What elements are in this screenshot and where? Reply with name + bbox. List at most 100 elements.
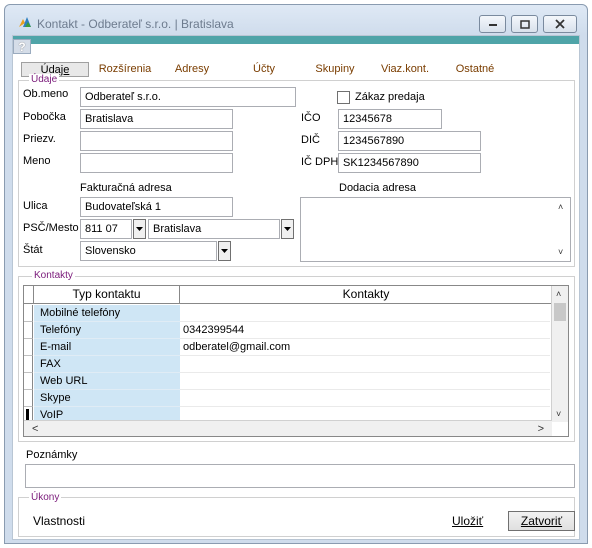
grid-vertical-scrollbar[interactable]: ˄ ˅ [551,286,568,422]
row-header[interactable] [24,322,33,339]
contact-value-cell[interactable] [180,373,550,390]
udaje-group-label: Údaje [29,74,60,85]
close-icon [555,19,565,29]
ic-dph-input[interactable]: SK1234567890 [338,153,481,173]
ukony-group [18,497,575,537]
scroll-right-icon[interactable]: > [538,423,544,435]
mesto-input[interactable]: Bratislava [148,219,280,239]
contact-value-cell[interactable] [180,305,550,322]
contact-type-cell: FAX [34,356,180,373]
table-row[interactable]: Mobilné telefóny [24,305,552,322]
contact-value-cell[interactable] [180,356,550,373]
ulica-label: Ulica [23,200,48,212]
scroll-down-icon[interactable]: ˅ [556,409,561,419]
maximize-button[interactable] [511,15,538,33]
tab-ostatne[interactable]: Ostatné [447,62,503,77]
help-icon: ? [18,40,26,54]
meno-label: Meno [23,155,51,167]
scroll-thumb[interactable] [554,303,566,321]
chevron-down-icon [136,227,143,231]
dialog-window: Kontakt - Odberateľ s.r.o. | Bratislava … [4,4,588,544]
pobocka-input[interactable]: Bratislava [80,109,233,129]
row-header[interactable] [24,356,33,373]
ulica-input[interactable]: Budovateľská 1 [80,197,233,217]
poznamky-input[interactable] [25,464,575,488]
ico-label: IČO [301,112,321,124]
chevron-down-icon [284,227,291,231]
title-bar: Kontakt - Odberateľ s.r.o. | Bratislava [5,5,587,35]
table-row[interactable]: FAX [24,356,552,373]
ic-dph-label: IČ DPH [301,156,339,168]
meno-input[interactable] [80,153,233,173]
stat-input[interactable]: Slovensko [80,241,217,261]
window-title: Kontakt - Odberateľ s.r.o. | Bratislava [37,17,234,31]
app-logo-icon [19,17,31,27]
scroll-up-icon[interactable]: ˄ [556,289,561,299]
scroll-up-icon[interactable]: ˄ [558,202,563,212]
contact-value-cell[interactable] [180,390,550,407]
tab-ucty[interactable]: Účty [243,62,285,77]
stat-label: Štát [23,244,43,256]
dodacia-adresa-textarea[interactable]: ˄ ˅ [300,197,571,262]
contacts-grid: Typ kontaktu Kontakty Mobilné telefóny Te… [23,285,569,437]
mesto-dropdown-button[interactable] [281,219,294,239]
col-typ-kontaktu[interactable]: Typ kontaktu [34,286,180,304]
row-header[interactable] [24,390,33,407]
dodacia-adresa-label: Dodacia adresa [339,182,417,194]
contact-value-cell[interactable]: 0342399544 [180,322,550,339]
tab-viaz-kont[interactable]: Viaz.kont. [373,62,437,77]
vlastnosti-link[interactable]: Vlastnosti [33,514,85,528]
ob-meno-input[interactable]: Odberateľ s.r.o. [80,87,296,107]
psc-mesto-label: PSČ/Mesto [23,222,79,234]
contact-type-cell: Web URL [34,373,180,390]
dialog-client: ? Údaje Rozšírenia Adresy Účty Skupiny V… [12,35,580,540]
row-header[interactable] [24,373,33,390]
close-button[interactable] [543,15,577,33]
col-kontakty[interactable]: Kontakty [180,286,552,304]
priezv-input[interactable] [80,131,233,151]
scroll-down-icon[interactable]: ˅ [558,247,563,257]
contact-type-cell: Skype [34,390,180,407]
fakturacna-adresa-label: Fakturačná adresa [80,182,172,194]
help-button[interactable]: ? [13,39,31,54]
psc-input[interactable]: 811 07 [80,219,132,239]
grid-header: Typ kontaktu Kontakty [24,286,552,304]
priezv-label: Priezv. [23,133,56,145]
table-row[interactable]: Telefóny 0342399544 [24,322,552,339]
pobocka-label: Pobočka [23,111,66,123]
minimize-button[interactable] [479,15,506,33]
table-row[interactable]: Web URL [24,373,552,390]
table-row[interactable]: Skype [24,390,552,407]
ukony-group-label: Úkony [29,492,62,503]
tab-strip: Údaje Rozšírenia Adresy Účty Skupiny Via… [13,62,579,78]
close-dialog-button[interactable]: Zatvoriť [508,511,575,531]
tab-skupiny[interactable]: Skupiny [307,62,363,77]
tab-adresy[interactable]: Adresy [167,62,217,77]
contact-type-cell: Telefóny [34,322,180,339]
scroll-left-icon[interactable]: < [32,423,38,435]
save-button[interactable]: Uložiť [452,514,483,528]
header-bar [13,36,579,44]
contact-value-cell[interactable]: odberatel@gmail.com [180,339,550,356]
row-header[interactable] [24,339,33,356]
grid-horizontal-scrollbar[interactable]: < > [24,420,552,436]
psc-dropdown-button[interactable] [133,219,146,239]
zakaz-predaja-label: Zákaz predaja [355,91,425,103]
ob-meno-label: Ob.meno [23,88,69,100]
poznamky-label: Poznámky [26,449,78,461]
row-header[interactable] [24,305,33,322]
dodacia-scrollbar[interactable]: ˄ ˅ [554,198,570,261]
contact-type-cell: Mobilné telefóny [34,305,180,322]
dic-label: DIČ [301,134,320,146]
ico-input[interactable]: 12345678 [338,109,442,129]
zakaz-predaja-checkbox[interactable] [337,91,350,104]
kontakty-group-label: Kontakty [32,270,75,281]
tab-rozsirenia[interactable]: Rozšírenia [93,62,157,77]
stat-dropdown-button[interactable] [218,241,231,261]
table-row[interactable]: E-mail odberatel@gmail.com [24,339,552,356]
maximize-icon [519,19,530,29]
minimize-icon [488,24,497,26]
row-header-corner [24,286,34,304]
dic-input[interactable]: 1234567890 [338,131,481,151]
contact-type-cell: E-mail [34,339,180,356]
